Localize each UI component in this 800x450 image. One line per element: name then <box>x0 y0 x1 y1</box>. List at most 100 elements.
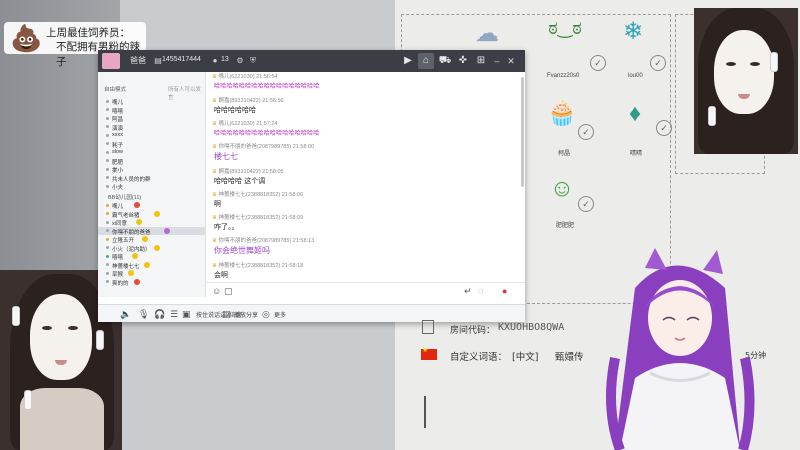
more-label[interactable]: 更多 <box>274 310 286 319</box>
list-item[interactable]: 嘴儿 <box>98 97 205 106</box>
list-item[interactable]: 你嘿不朋的爸爸 <box>98 226 205 236</box>
list-item[interactable]: 演演 <box>98 123 205 132</box>
check-icon: ✓ <box>578 124 594 140</box>
group-id: 1455417444 <box>162 56 201 63</box>
more-apps-icon[interactable]: ⊞ <box>473 53 489 69</box>
cat-cloud-icon: ☁ <box>475 20 499 47</box>
list-item[interactable]: xxxx <box>98 131 205 140</box>
list-item[interactable]: xi同意 <box>98 218 205 227</box>
message-text: 哈哈哈哈哈哈哈哈哈哈哈哈哈哈哈哈哈 <box>214 130 320 137</box>
baby-bottle-icon <box>96 330 104 350</box>
send-icon[interactable]: ↵ <box>464 285 472 297</box>
close-button[interactable]: ✕ <box>505 54 517 68</box>
vtuber-avatar <box>606 248 755 450</box>
list-item[interactable]: 立隆五开 <box>98 235 205 244</box>
settings-icon[interactable]: ☰ <box>170 308 178 320</box>
message-meta: ♛ 婀嘉(893310422) 21:58:05 <box>212 169 284 175</box>
grin-icon: ☺ <box>549 175 575 202</box>
message-meta: ♛ 婀嘉(893310422) 21:56:56 <box>212 98 284 104</box>
list-item[interactable]: 霸气老丝猪 <box>98 210 205 219</box>
message-meta: ♛ 你嘿不朋的爸爸(2087989785) 21:58:13 <box>212 238 315 244</box>
list-item[interactable]: 神蔷楼七七 <box>98 261 205 270</box>
list-item[interactable]: 旱猴 <box>98 269 205 278</box>
check-icon: ✓ <box>590 55 606 71</box>
message-meta: ♛ 神蔷楼七七(2388818352) 21:58:18 <box>212 263 304 269</box>
list-item[interactable]: 耗子 <box>98 140 205 149</box>
chat-bubble-icon[interactable]: ◌ <box>478 285 483 297</box>
scrollbar[interactable] <box>521 77 524 187</box>
headphones-icon[interactable]: 🎧 <box>154 308 165 320</box>
more-icon[interactable]: ◎ <box>262 308 270 320</box>
message-meta: ♛ 你嘿不朋的爸爸(2087989785) 21:58:00 <box>212 144 315 150</box>
cupcake-icon: 🧁 <box>547 100 577 127</box>
custom-word-tag: [中文] <box>512 352 539 363</box>
share-icon[interactable]: ▤ <box>222 308 231 320</box>
face-icon: ಠ‿ಠ <box>548 18 582 38</box>
message-text: 哈哈哈哈哈哈哈哈哈哈哈哈哈哈哈哈哈 <box>214 83 320 90</box>
sticker-label: lou00 <box>628 73 643 79</box>
group-avatar[interactable] <box>102 53 120 69</box>
message-meta: ♛ 神蔷楼七七(2388818352) 21:58:06 <box>212 192 304 198</box>
room-code-label: 房间代码： <box>450 326 496 336</box>
list-item[interactable]: 嘴儿 <box>98 201 205 210</box>
list-item[interactable]: 肥肥 <box>98 157 205 166</box>
member-count: 13 <box>221 56 229 63</box>
shield-icon[interactable]: ⛨ <box>248 56 258 66</box>
list-item[interactable]: 嘻嘻 <box>98 106 205 115</box>
share-label[interactable]: 播放分享 <box>234 310 258 319</box>
message-area: ♛ 嘴儿(6221030) 21:56:54 哈哈哈哈哈哈哈哈哈哈哈哈哈哈哈哈哈… <box>206 72 525 297</box>
group-header[interactable]: BB幼儿园(11) <box>98 192 205 201</box>
volume-icon[interactable]: 🔈 <box>120 308 131 320</box>
message-text: 哈哈哈哈哈哈 <box>214 106 256 114</box>
mic-record-icon[interactable]: ● <box>502 285 507 297</box>
crystal-icon: ♦ <box>628 100 642 127</box>
china-flag-icon: ★ <box>421 347 437 360</box>
sticker-label: 肥肥肥 <box>556 223 575 229</box>
message-text: 咋了。。 <box>214 223 239 231</box>
sticker-label: 柯晶 <box>558 151 571 157</box>
message-meta: ♛ 嘴儿(6221030) 21:57:24 <box>212 121 278 127</box>
message-text: 你会绝世舞姬吗 <box>214 246 270 255</box>
mic-icon[interactable]: 🎙 <box>138 308 149 320</box>
baby-bottle-icon <box>708 106 716 126</box>
poop-icon: 💩 <box>10 23 43 53</box>
check-icon: ✓ <box>578 196 594 212</box>
video-icon[interactable]: ▶ <box>400 53 416 69</box>
list-item[interactable]: 棠小 <box>98 165 205 174</box>
car-icon[interactable]: ⛟ <box>437 53 453 69</box>
gamepad-icon[interactable]: ✜ <box>455 53 471 69</box>
list-item[interactable]: 嘻嘻 <box>98 252 205 261</box>
image-icon[interactable]: ▢ <box>224 285 233 297</box>
list-item[interactable]: 共未人员的的群 <box>98 174 205 183</box>
snowcloud-icon: ❄ <box>622 18 644 45</box>
banner-line-1: 上周最佳饲养员： <box>46 27 130 39</box>
message-text: 会啊 <box>214 271 228 279</box>
emoji-icon[interactable]: ☺ <box>212 285 221 297</box>
room-code-value: KXUOHBO8QWA <box>498 322 565 333</box>
baby-bottle-icon <box>12 306 20 326</box>
minimize-button[interactable]: – <box>491 54 503 68</box>
person-icon: ● <box>212 56 218 65</box>
sticker-label: 晴晴 <box>630 151 643 157</box>
message-text: 啊 <box>214 200 221 208</box>
check-icon: ✓ <box>650 55 666 71</box>
title-bar: 爸爸 ▤ 1455417444 ● 13 ⚙ ⛨ ▶ ⌂ ⛟ ✜ ⊞ – ✕ <box>98 50 525 72</box>
list-item[interactable]: 小火（泥内助） <box>98 244 205 253</box>
input-toolbar: ☺ ▢ ↵ ◌ ● <box>206 282 525 298</box>
home-icon[interactable]: ⌂ <box>418 53 434 69</box>
push-to-talk-icon[interactable]: ▣ <box>182 308 191 320</box>
list-item[interactable]: 爽的的 <box>98 278 205 287</box>
timer-icon <box>424 396 434 428</box>
member-list: 自由模式 所有人可以发言 嘴儿 嘻嘻 阿昌 演演 xxxx 耗子 slow 肥肥… <box>98 72 206 297</box>
speak-mode-label[interactable]: 自由模式 <box>104 85 126 93</box>
message-text: 楼七七 <box>214 152 238 161</box>
baby-bottle-icon <box>770 52 778 72</box>
list-item[interactable]: 阿昌 <box>98 114 205 123</box>
list-item[interactable]: 小夫 <box>98 182 205 191</box>
gear-icon[interactable]: ⚙ <box>235 56 245 66</box>
custom-word-label: 自定义词语： <box>450 352 508 363</box>
list-item[interactable]: slow <box>98 148 205 157</box>
group-name: 爸爸 <box>130 56 146 65</box>
bottom-bar: 🔈 🎙 🎧 ☰ ▣ 按住说话讲2倍速 ▤ 播放分享 ◎ 更多 <box>98 304 525 322</box>
sticker-label: Fvanzz20s0 <box>547 73 580 79</box>
